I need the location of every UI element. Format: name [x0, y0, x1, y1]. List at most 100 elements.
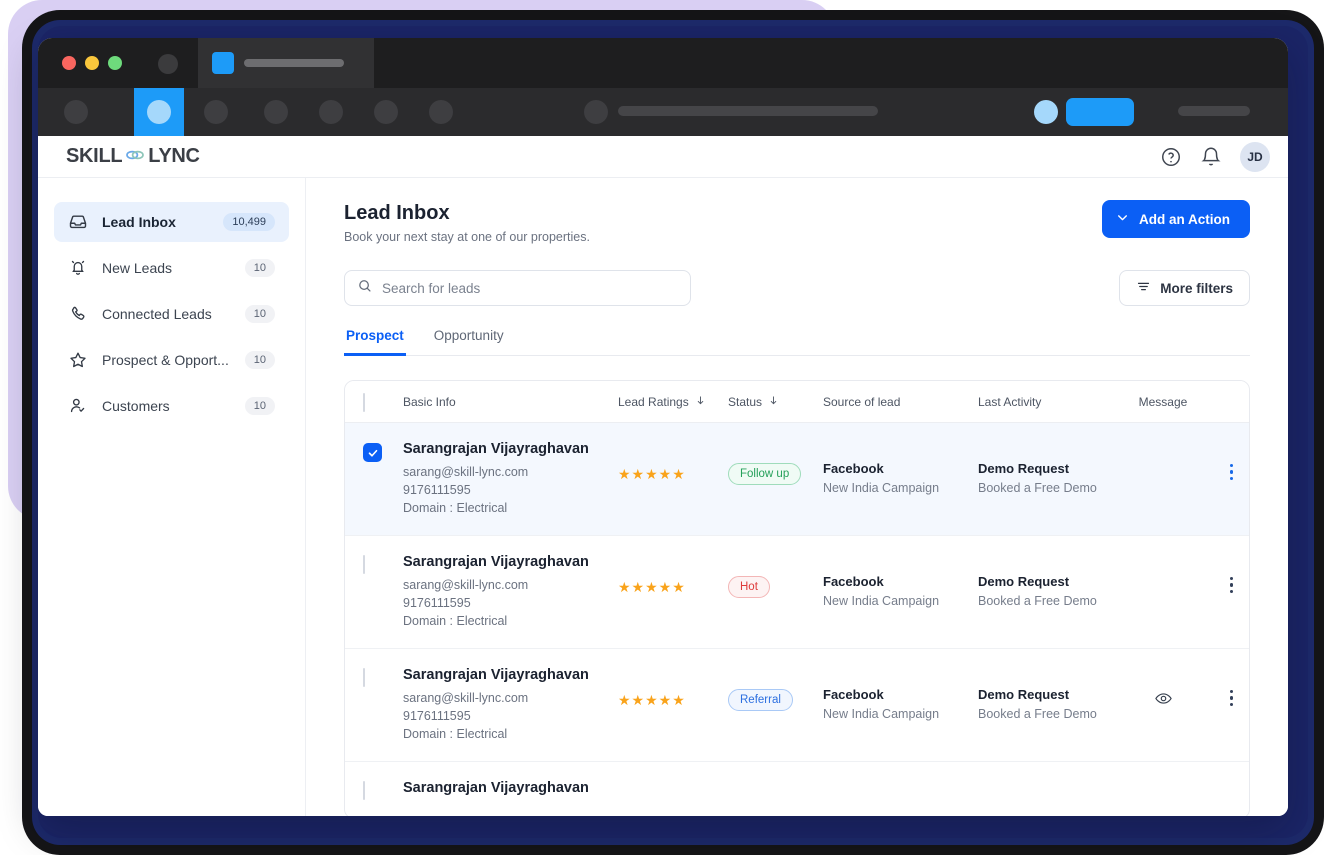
- row-select-cell: [363, 441, 403, 517]
- sort-down-icon: [768, 395, 779, 409]
- tab-opportunity[interactable]: Opportunity: [432, 328, 506, 356]
- bell-ring-icon: [68, 258, 88, 278]
- sidebar-item-new-leads[interactable]: New Leads 10: [54, 248, 289, 288]
- toolbar-reload-button[interactable]: [264, 100, 288, 124]
- tab-prospect[interactable]: Prospect: [344, 328, 406, 356]
- more-filters-button[interactable]: More filters: [1119, 270, 1250, 306]
- eye-icon[interactable]: [1154, 693, 1173, 712]
- column-header-source-of-lead[interactable]: Source of lead: [823, 395, 978, 409]
- select-all-checkbox[interactable]: [363, 392, 365, 412]
- row-status: Referral: [728, 667, 823, 743]
- activity-name: Demo Request: [978, 461, 1070, 476]
- sidebar-item-lead-inbox[interactable]: Lead Inbox 10,499: [54, 202, 289, 242]
- chain-link-icon: [125, 145, 145, 168]
- column-header-basic-info[interactable]: Basic Info: [403, 395, 618, 409]
- kebab-menu-icon[interactable]: [1229, 576, 1233, 594]
- window-traffic-lights: [62, 56, 122, 70]
- column-label: Lead Ratings: [618, 394, 689, 409]
- toolbar-profile-icon[interactable]: [1034, 100, 1058, 124]
- row-last-activity: Demo Request Booked a Free Demo: [978, 554, 1123, 630]
- row-checkbox[interactable]: [363, 443, 382, 462]
- tab-bar: Prospect Opportunity: [344, 328, 1250, 356]
- sidebar-item-connected-leads[interactable]: Connected Leads 10: [54, 294, 289, 334]
- minimize-window-button[interactable]: [85, 56, 99, 70]
- app-logo[interactable]: SKILL LYNC: [66, 145, 200, 168]
- app-header: SKILL LYNC JD: [38, 136, 1288, 178]
- row-checkbox[interactable]: [363, 555, 365, 574]
- column-header-status[interactable]: Status: [728, 395, 823, 409]
- activity-detail: Booked a Free Demo: [978, 594, 1097, 608]
- lead-name: Sarangrajan Vijayraghavan: [403, 441, 589, 457]
- add-an-action-button[interactable]: Add an Action: [1102, 200, 1250, 238]
- close-window-button[interactable]: [62, 56, 76, 70]
- row-rating: ★★★★★: [618, 667, 728, 743]
- inbox-icon: [68, 212, 88, 232]
- row-basic-info: Sarangrajan Vijayraghavan: [403, 780, 618, 800]
- maximize-window-button[interactable]: [108, 56, 122, 70]
- row-select-cell: [363, 667, 403, 743]
- avatar[interactable]: JD: [1240, 142, 1270, 172]
- toolbar-cta-button[interactable]: [1066, 98, 1134, 126]
- source-campaign: New India Campaign: [823, 481, 940, 495]
- row-status: Follow up: [728, 441, 823, 517]
- lead-email: sarang@skill-lync.com: [403, 691, 529, 705]
- column-header-last-activity[interactable]: Last Activity: [978, 395, 1123, 409]
- source-campaign: New India Campaign: [823, 594, 940, 608]
- table-row[interactable]: Sarangrajan Vijayraghavan sarang@skill-l…: [345, 649, 1249, 762]
- table-row[interactable]: Sarangrajan Vijayraghavan sarang@skill-l…: [345, 423, 1249, 536]
- row-basic-info: Sarangrajan Vijayraghavan sarang@skill-l…: [403, 667, 618, 743]
- lead-domain: Domain : Electrical: [403, 727, 508, 741]
- row-actions: [1203, 441, 1249, 517]
- browser-toolbar: [38, 88, 1288, 136]
- column-header-lead-ratings[interactable]: Lead Ratings: [618, 395, 728, 409]
- lead-domain: Domain : Electrical: [403, 614, 508, 628]
- toolbar-bookmark-button[interactable]: [374, 100, 398, 124]
- row-basic-info: Sarangrajan Vijayraghavan sarang@skill-l…: [403, 441, 618, 517]
- bell-icon[interactable]: [1200, 146, 1222, 168]
- lead-email: sarang@skill-lync.com: [403, 578, 529, 592]
- status-badge: Referral: [728, 689, 793, 711]
- toolbar-menu-placeholder[interactable]: [1178, 106, 1250, 116]
- sidebar-item-label: New Leads: [102, 260, 173, 276]
- search-input[interactable]: [382, 280, 678, 296]
- row-checkbox[interactable]: [363, 781, 365, 800]
- toolbar-home-button[interactable]: [319, 100, 343, 124]
- lead-name: Sarangrajan Vijayraghavan: [403, 780, 589, 796]
- more-filters-label: More filters: [1160, 280, 1233, 296]
- toolbar-active-icon: [147, 100, 171, 124]
- sidebar-item-prospect-opportunity[interactable]: Prospect & Opport... 10: [54, 340, 289, 380]
- toolbar-row: More filters: [344, 270, 1250, 306]
- column-header-message[interactable]: Message: [1123, 395, 1203, 409]
- toolbar-forward-button[interactable]: [204, 100, 228, 124]
- main-content: Lead Inbox Book your next stay at one of…: [306, 178, 1288, 816]
- tab-title-placeholder: [244, 59, 344, 67]
- logo-text-secondary: LYNC: [148, 145, 200, 167]
- toolbar-site-info-button[interactable]: [584, 100, 608, 124]
- browser-active-tab[interactable]: [198, 38, 374, 88]
- search-box[interactable]: [344, 270, 691, 306]
- star-icon: [68, 350, 88, 370]
- toolbar-extension-button[interactable]: [429, 100, 453, 124]
- sidebar-item-badge: 10: [244, 259, 275, 277]
- sidebar-item-label: Lead Inbox: [102, 214, 176, 230]
- sidebar-item-customers[interactable]: Customers 10: [54, 386, 289, 426]
- row-select-cell: [363, 554, 403, 630]
- table-row[interactable]: Sarangrajan Vijayraghavan sarang@skill-l…: [345, 536, 1249, 649]
- help-icon[interactable]: [1160, 146, 1182, 168]
- sidebar-item-badge: 10: [244, 305, 275, 323]
- table-row[interactable]: Sarangrajan Vijayraghavan: [345, 762, 1249, 816]
- toolbar-back-button[interactable]: [64, 100, 88, 124]
- tab-overflow-button[interactable]: [158, 54, 178, 74]
- row-source: Facebook New India Campaign: [823, 554, 978, 630]
- row-message: [1123, 667, 1203, 743]
- row-source: Facebook New India Campaign: [823, 441, 978, 517]
- row-checkbox[interactable]: [363, 668, 365, 687]
- kebab-menu-icon[interactable]: [1229, 463, 1233, 481]
- row-message: [1123, 441, 1203, 517]
- activity-detail: Booked a Free Demo: [978, 707, 1097, 721]
- kebab-menu-icon[interactable]: [1229, 689, 1233, 707]
- add-an-action-label: Add an Action: [1139, 211, 1230, 227]
- source-campaign: New India Campaign: [823, 707, 940, 721]
- address-bar[interactable]: [618, 106, 878, 116]
- lead-email: sarang@skill-lync.com: [403, 465, 529, 479]
